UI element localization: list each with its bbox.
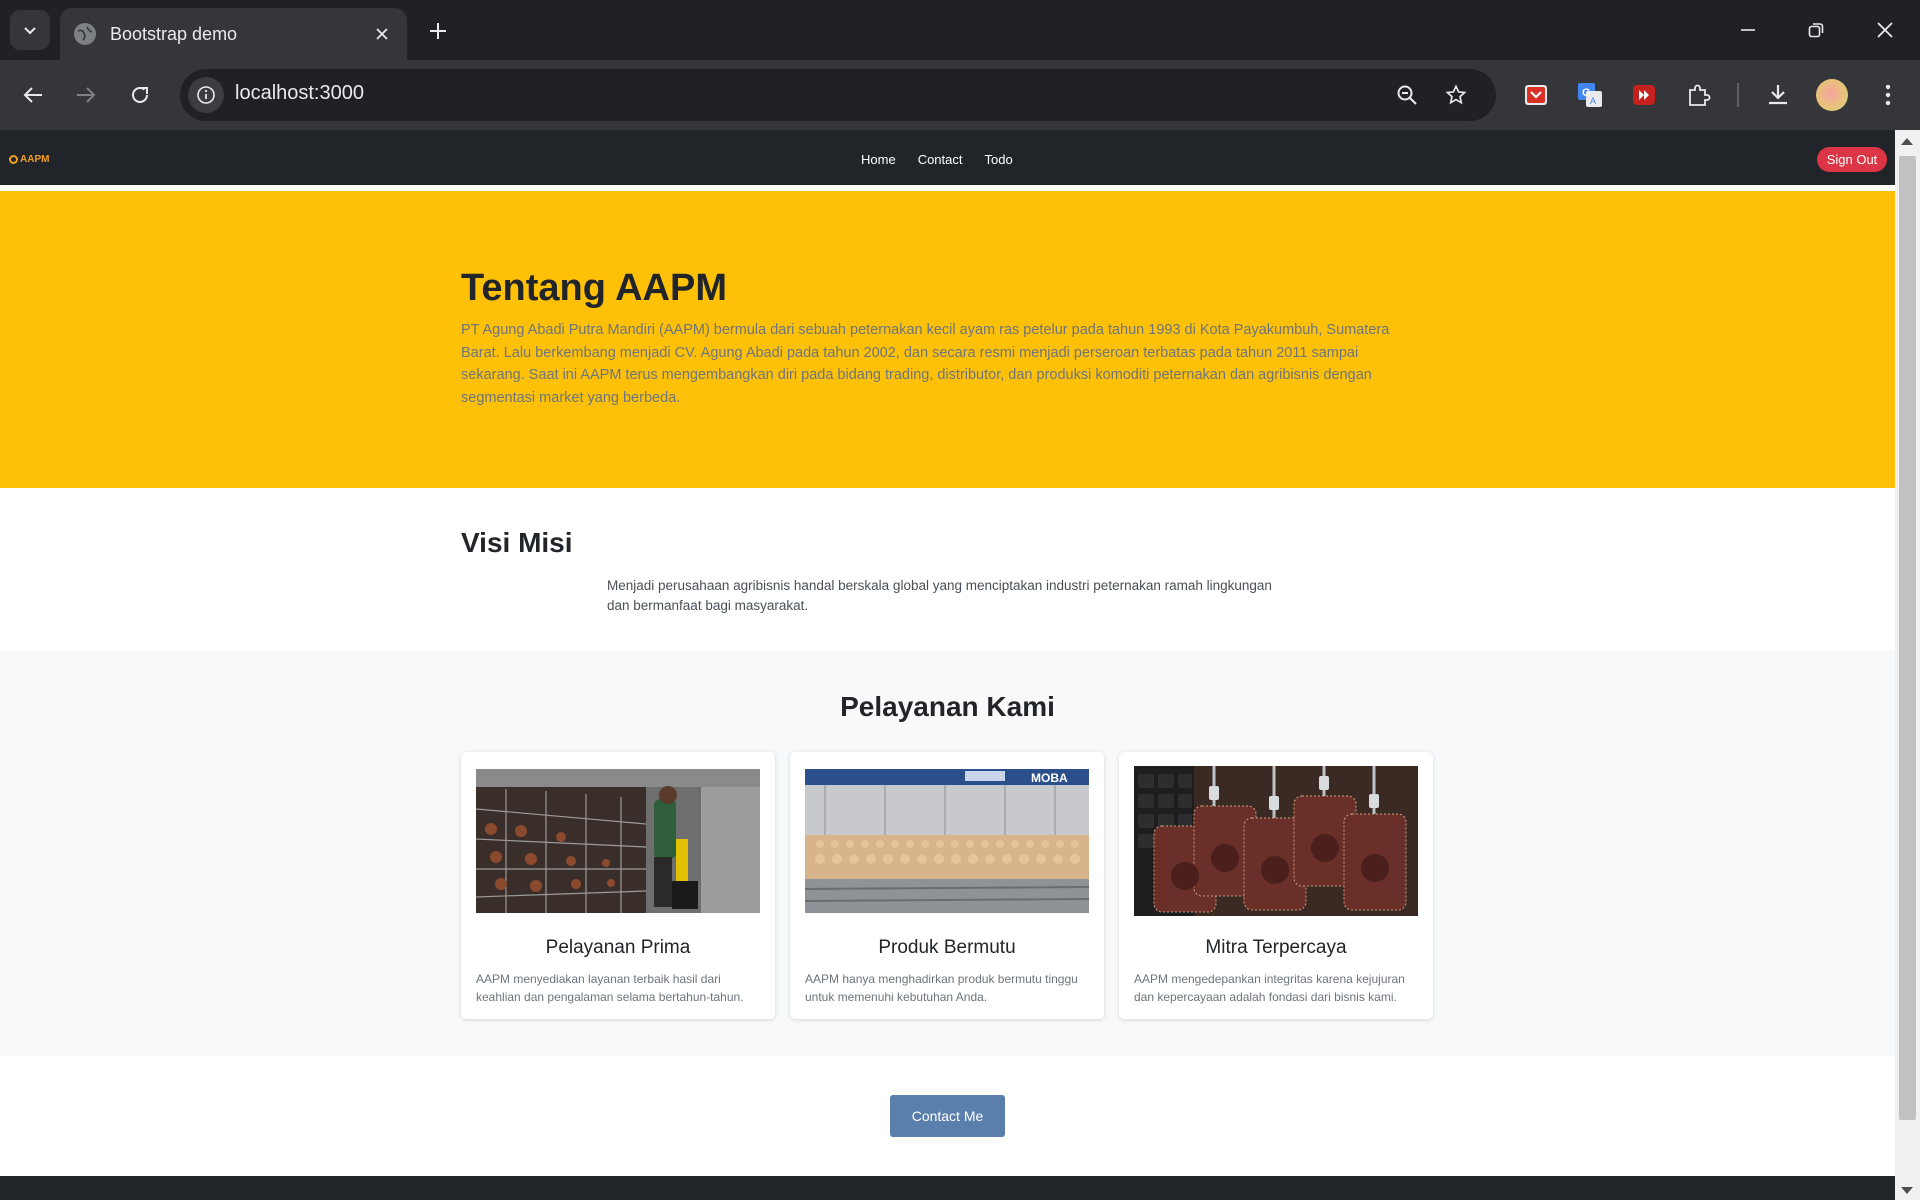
new-tab-button[interactable] (421, 14, 455, 48)
about-hero-section: Tentang AAPM PT Agung Abadi Putra Mandir… (0, 191, 1895, 488)
google-translate-extension-icon[interactable]: GA (1572, 77, 1608, 113)
nav-link-todo[interactable]: Todo (985, 152, 1013, 167)
nav-link-home[interactable]: Home (861, 152, 896, 167)
card-title: Produk Bermutu (878, 937, 1016, 958)
reload-icon (132, 86, 148, 103)
browser-tab[interactable]: Bootstrap demo (60, 8, 407, 60)
card-text: AAPM menyediakan layanan terbaik hasil d… (476, 972, 744, 1004)
card-title: Pelayanan Prima (545, 937, 691, 958)
tab-close-button[interactable] (367, 19, 397, 49)
arrow-left-icon (23, 87, 42, 103)
service-card-mitra: Mitra Terpercaya AAPM mengedepankan inte… (1119, 752, 1433, 1019)
service-card-produk: MOBA Produk Bermutu AAPM hanya menghadir… (790, 752, 1104, 1019)
forward-button[interactable] (66, 75, 106, 115)
minimize-button[interactable] (1728, 10, 1768, 50)
toolbar-separator (1737, 83, 1739, 107)
reload-button[interactable] (120, 75, 160, 115)
plus-icon (430, 23, 446, 39)
profile-avatar[interactable] (1816, 79, 1848, 111)
site-footer (0, 1176, 1895, 1200)
minimize-icon (1741, 29, 1755, 31)
site-navbar: AAPM Home Contact Todo Sign Out (0, 130, 1895, 188)
card-image-label: MOBA (1031, 771, 1068, 785)
zoom-icon[interactable] (1390, 78, 1424, 112)
bookmark-star-icon[interactable] (1439, 78, 1473, 112)
sign-out-button[interactable]: Sign Out (1817, 147, 1887, 172)
card-text: AAPM mengedepankan integritas karena kej… (1134, 972, 1405, 1004)
globe-icon (74, 23, 96, 45)
scroll-down-arrow-icon[interactable] (1901, 1187, 1913, 1194)
vision-text: Menjadi perusahaan agribisnis handal ber… (607, 578, 1272, 613)
tab-search-button[interactable] (10, 10, 50, 50)
download-icon[interactable] (1760, 77, 1796, 113)
brand-text: AAPM (20, 154, 50, 165)
contact-me-button[interactable]: Contact Me (890, 1095, 1005, 1137)
card-title: Mitra Terpercaya (1205, 937, 1347, 958)
restore-button[interactable] (1796, 10, 1836, 50)
extensions-puzzle-icon[interactable] (1680, 77, 1716, 113)
nav-link-contact[interactable]: Contact (918, 152, 963, 167)
poultry-farm-image (476, 769, 760, 913)
pocket-extension-icon[interactable] (1518, 77, 1554, 113)
scroll-up-arrow-icon[interactable] (1901, 138, 1913, 145)
services-title: Pelayanan Kami (840, 691, 1055, 722)
site-info-icon[interactable] (188, 77, 224, 113)
tab-title: Bootstrap demo (110, 23, 238, 44)
back-button[interactable] (13, 75, 53, 115)
vision-title: Visi Misi (461, 527, 573, 558)
hero-description: PT Agung Abadi Putra Mandiri (AAPM) berm… (461, 322, 1390, 406)
url-text[interactable]: localhost:3000 (235, 82, 364, 105)
close-icon (376, 28, 388, 40)
egg-machine-image: MOBA (805, 769, 1089, 913)
brand-logo[interactable]: AAPM (9, 154, 49, 165)
leather-tags-image (1134, 766, 1418, 916)
svg-text:A: A (1590, 96, 1596, 106)
window-close-button[interactable] (1865, 10, 1905, 50)
card-text: AAPM hanya menghadirkan produk bermutu t… (805, 972, 1078, 1004)
hero-title: Tentang AAPM (461, 267, 727, 309)
scrollbar-thumb[interactable] (1899, 156, 1916, 1120)
restore-icon (1808, 23, 1824, 38)
chevron-down-icon (24, 27, 36, 35)
nav-links: Home Contact Todo (861, 152, 1013, 167)
browser-toolbar: localhost:3000 GA (0, 60, 1920, 130)
address-bar[interactable]: localhost:3000 (180, 69, 1496, 121)
page-scrollbar[interactable] (1895, 130, 1920, 1200)
menu-kebab-icon[interactable] (1870, 77, 1906, 113)
logo-mark-icon (9, 155, 18, 164)
video-extension-icon[interactable] (1626, 77, 1662, 113)
contact-section: Contact Me (0, 1056, 1895, 1176)
arrow-right-icon (77, 87, 96, 103)
close-icon (1877, 22, 1893, 38)
page-viewport: AAPM Home Contact Todo Sign Out Tentang … (0, 130, 1895, 1200)
services-section: Pelayanan Kami Pelayanan Prima AAPM meny… (0, 651, 1895, 1056)
vision-mission-section: Visi Misi Menjadi perusahaan agribisnis … (0, 488, 1895, 651)
browser-tab-strip: Bootstrap demo (0, 0, 1920, 60)
service-card-prima: Pelayanan Prima AAPM menyediakan layanan… (461, 752, 775, 1019)
